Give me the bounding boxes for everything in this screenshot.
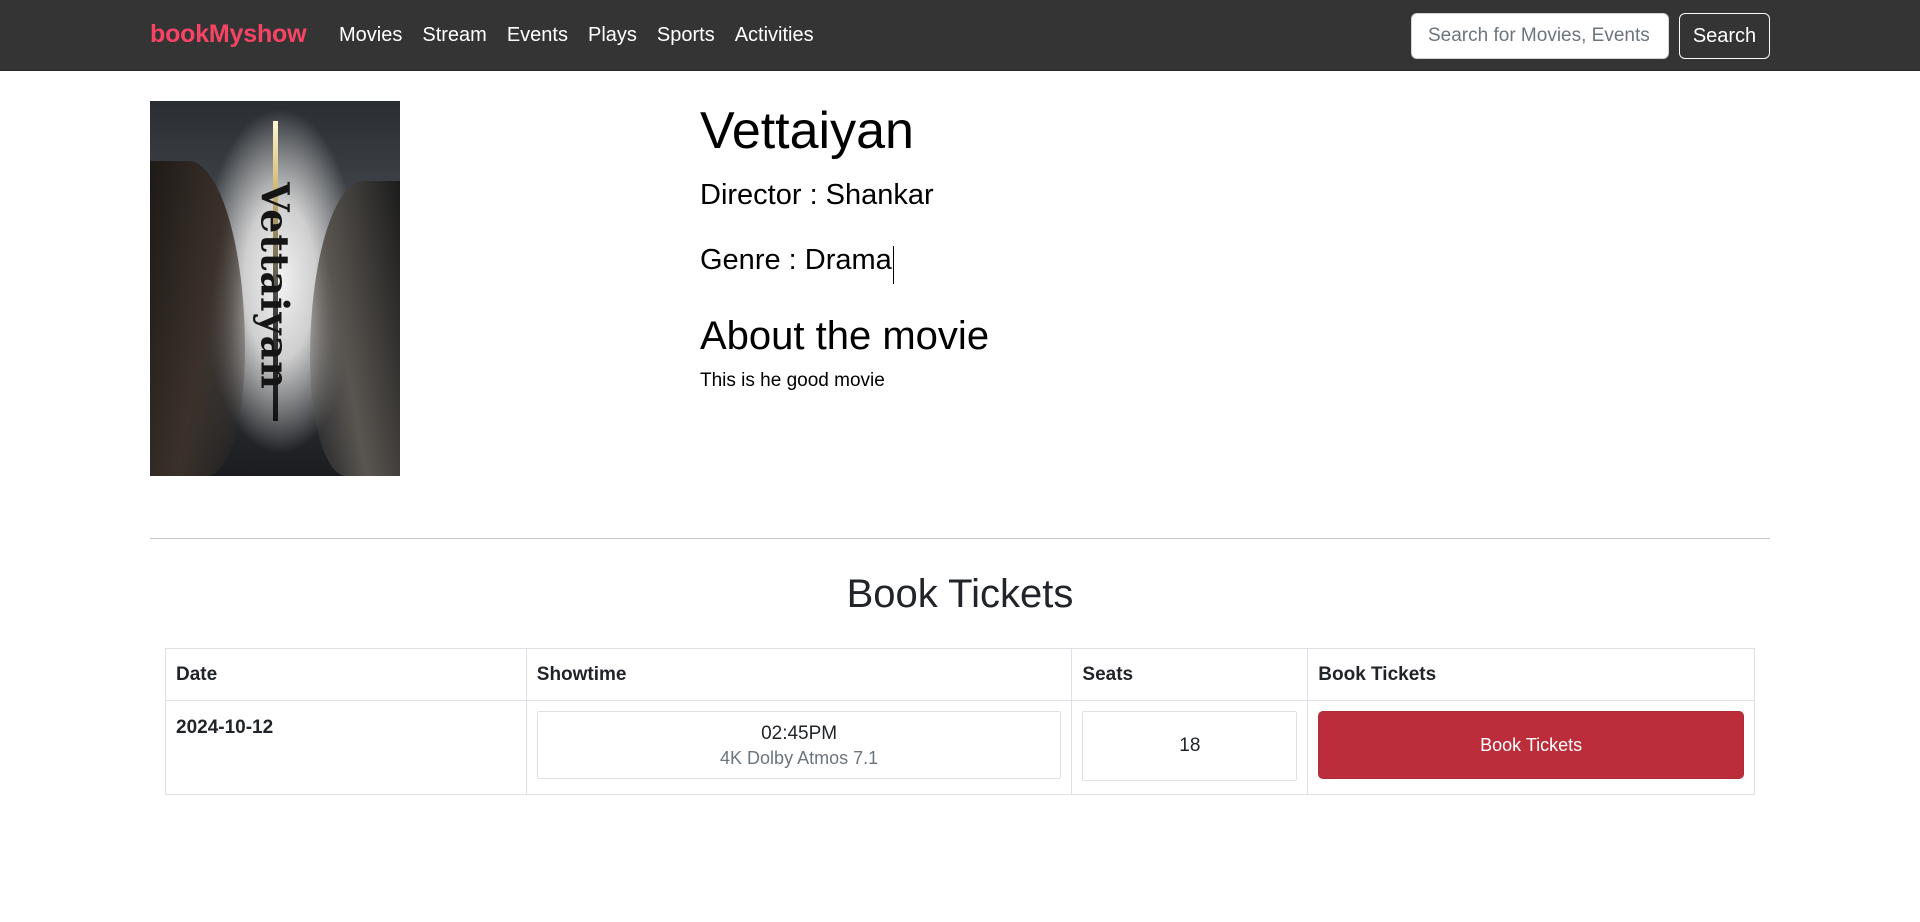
about-heading: About the movie (700, 313, 990, 358)
poster-title-art: Vettaiyan (253, 182, 298, 390)
text-caret (892, 245, 894, 284)
showtime-option[interactable]: 02:45PM 4K Dolby Atmos 7.1 (536, 711, 1062, 779)
movie-details: Vettaiyan Director : Shankar Genre : Dra… (700, 100, 989, 392)
nav-link-activities[interactable]: Activities (735, 24, 814, 47)
book-tickets-button[interactable]: Book Tickets (1318, 711, 1744, 779)
poster-figure-right (310, 181, 400, 476)
table-row: 2024-10-12 02:45PM 4K Dolby Atmos 7.1 18… (165, 700, 1755, 795)
showtimes-table: Date Showtime Seats Book Tickets 2024-10… (165, 648, 1755, 795)
movie-poster: Vettaiyan (150, 101, 400, 476)
movie-genre: Genre : Drama (700, 244, 892, 277)
search-input[interactable] (1411, 13, 1669, 59)
seats-cell: 18 (1071, 700, 1309, 795)
section-divider (150, 538, 1770, 539)
nav-link-events[interactable]: Events (507, 24, 568, 47)
showtime-time: 02:45PM (761, 723, 838, 744)
movie-director: Director : Shankar (700, 179, 934, 212)
column-header-date: Date (165, 648, 527, 701)
column-header-showtime: Showtime (525, 648, 1073, 701)
nav-link-movies[interactable]: Movies (339, 24, 402, 47)
book-cell: Book Tickets (1307, 700, 1755, 795)
showtime-cell: 02:45PM 4K Dolby Atmos 7.1 (525, 700, 1073, 795)
showtime-format: 4K Dolby Atmos 7.1 (720, 747, 879, 768)
nav-link-sports[interactable]: Sports (657, 24, 715, 47)
navbar: bookMyshow Movies Stream Events Plays Sp… (0, 0, 1920, 71)
nav-link-stream[interactable]: Stream (422, 24, 486, 47)
nav-link-plays[interactable]: Plays (588, 24, 637, 47)
book-tickets-heading: Book Tickets (846, 572, 1074, 616)
column-header-book-tickets: Book Tickets (1307, 648, 1755, 701)
table-header-row: Date Showtime Seats Book Tickets (165, 648, 1755, 701)
seats-count: 18 (1082, 711, 1298, 781)
movie-title: Vettaiyan (700, 102, 914, 160)
genre-row: Genre : Drama (700, 213, 989, 284)
nav-links: Movies Stream Events Plays Sports Activi… (339, 24, 834, 47)
show-date: 2024-10-12 (165, 700, 527, 795)
search-button[interactable]: Search (1679, 13, 1770, 59)
brand-logo[interactable]: bookMyshow (150, 20, 307, 49)
column-header-seats: Seats (1071, 648, 1309, 701)
about-text: This is he good movie (700, 369, 885, 391)
